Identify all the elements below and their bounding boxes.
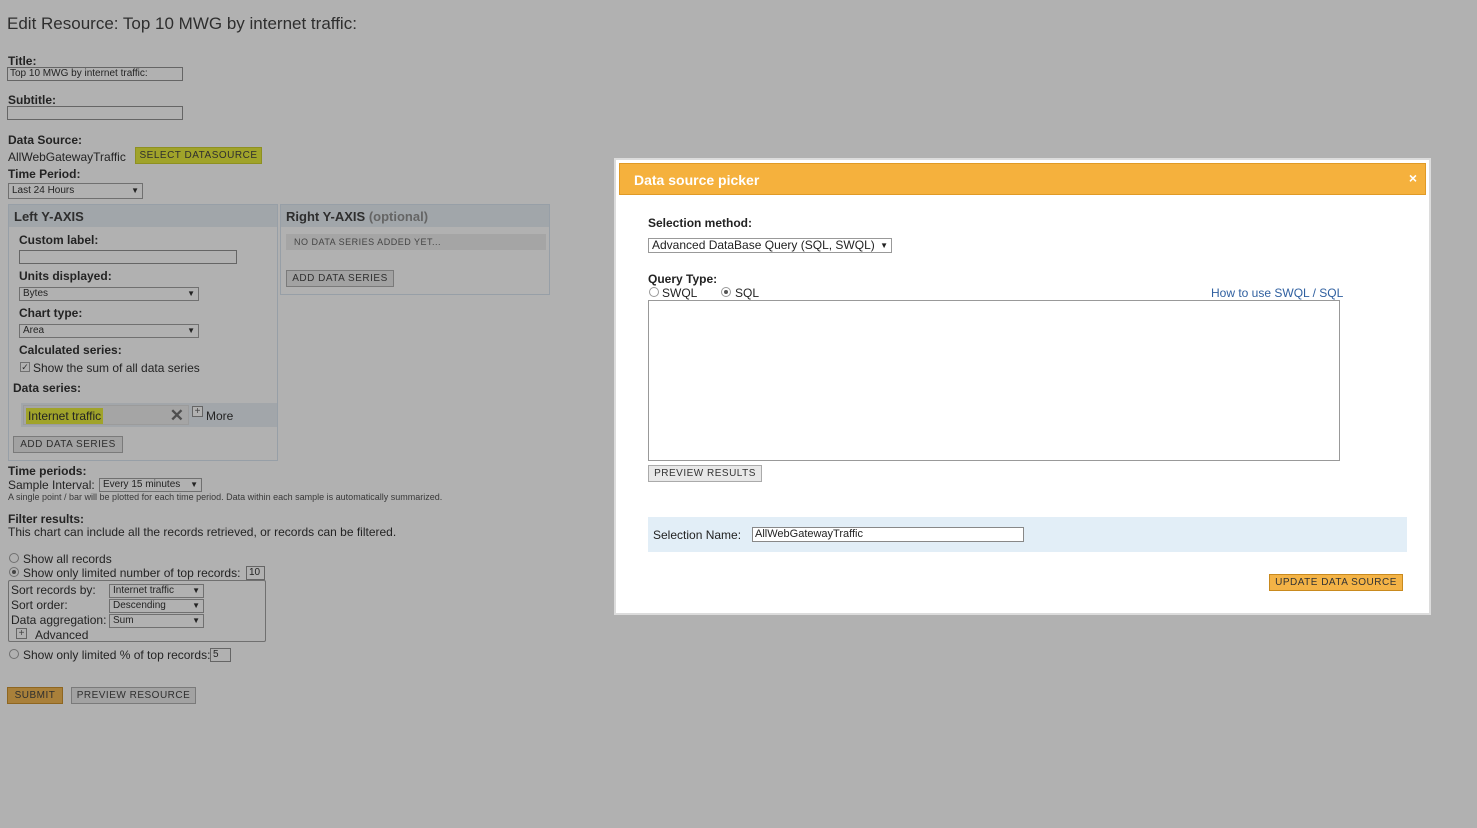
swql-label: SWQL — [662, 286, 698, 300]
sql-radio[interactable] — [721, 287, 731, 297]
selection-name-label: Selection Name: — [653, 528, 742, 542]
selection-name-input[interactable]: AllWebGatewayTraffic — [752, 527, 1024, 542]
selection-name-row: Selection Name: AllWebGatewayTraffic — [648, 517, 1407, 552]
help-link[interactable]: How to use SWQL / SQL — [1211, 286, 1343, 300]
selection-method-label: Selection method: — [648, 216, 753, 230]
query-type-label: Query Type: — [648, 272, 718, 286]
sql-label: SQL — [735, 286, 760, 300]
datasource-picker-dialog: Data source picker × Selection method: A… — [614, 158, 1431, 615]
preview-results-button[interactable]: PREVIEW RESULTS — [648, 465, 762, 482]
query-textarea[interactable] — [648, 300, 1340, 461]
selection-method-value: Advanced DataBase Query (SQL, SWQL) — [652, 238, 875, 252]
chevron-down-icon: ▼ — [880, 241, 888, 250]
swql-radio[interactable] — [649, 287, 659, 297]
close-icon[interactable]: × — [1409, 170, 1417, 186]
selection-method-select[interactable]: Advanced DataBase Query (SQL, SWQL) ▼ — [648, 238, 892, 253]
update-data-source-button[interactable]: UPDATE DATA SOURCE — [1269, 574, 1403, 591]
dialog-title: Data source picker — [634, 172, 760, 188]
dialog-header: Data source picker × — [619, 163, 1426, 195]
